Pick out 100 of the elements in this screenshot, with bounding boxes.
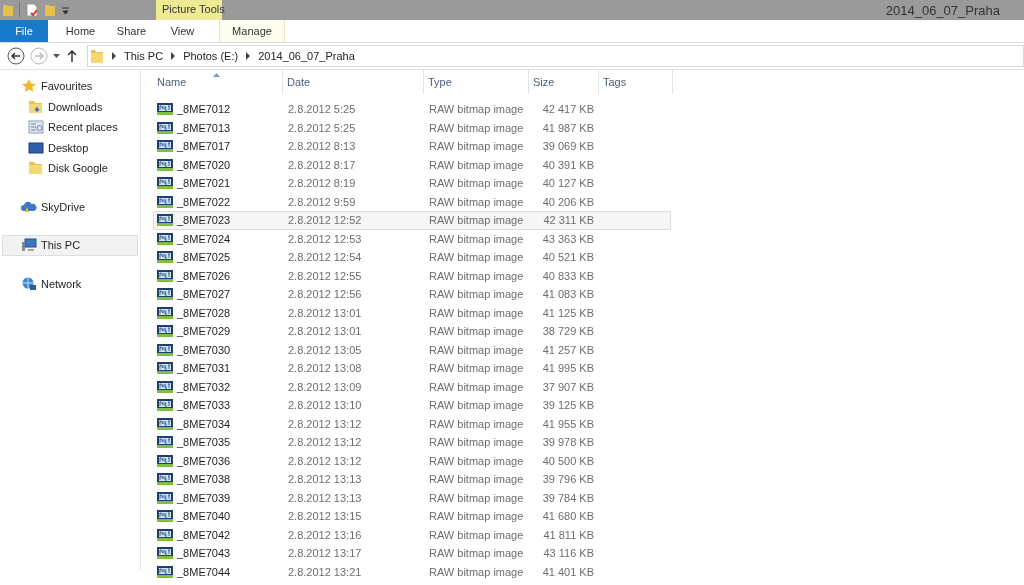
raw-image-icon [157, 491, 173, 504]
column-header[interactable]: Date [283, 70, 424, 94]
ribbon-tab[interactable]: Share [113, 20, 150, 42]
chevron-icon[interactable] [170, 52, 177, 60]
file-name: _8ME7031 [177, 362, 231, 375]
table-cell-text: 2.8.2012 12:55 [287, 269, 363, 282]
file-row[interactable]: _8ME7021 2.8.2012 8:19 RAW bitmap image 40 127 KB [153, 174, 671, 193]
table-cell-text: RAW bitmap image [428, 269, 525, 282]
window-title: 2014_06_07_Praha [885, 2, 1001, 20]
file-row[interactable]: _8ME7030 2.8.2012 13:05 RAW bitmap image 41 257 KB [153, 340, 671, 359]
caret-icon[interactable] [53, 53, 61, 59]
raw-image-icon [157, 195, 173, 208]
file-row[interactable]: _8ME7026 2.8.2012 12:55 RAW bitmap image 40 833 KB [153, 266, 671, 285]
column-header[interactable]: Size [529, 70, 599, 94]
file-name: _8ME7044 [177, 565, 231, 578]
file-name: _8ME7013 [177, 121, 231, 134]
breadcrumb[interactable]: This PC [124, 50, 164, 62]
file-row[interactable]: _8ME7040 2.8.2012 13:15 RAW bitmap image 41 680 KB [153, 507, 671, 526]
nav-item[interactable]: Disk Google [2, 158, 138, 179]
table-cell-text: 2.8.2012 13:05 [287, 343, 363, 356]
nav-item[interactable]: Network [2, 273, 138, 294]
back-icon[interactable] [7, 47, 25, 65]
file-name: _8ME7028 [177, 306, 231, 319]
file-row[interactable]: _8ME7028 2.8.2012 13:01 RAW bitmap image 41 125 KB [153, 303, 671, 322]
table-cell-text: 41 680 KB [541, 510, 595, 523]
table-cell-text: 40 391 KB [541, 158, 595, 171]
file-row[interactable]: _8ME7022 2.8.2012 9:59 RAW bitmap image 40 206 KB [153, 192, 671, 211]
ribbon-tab[interactable]: View [164, 20, 201, 42]
table-cell-text: 2.8.2012 13:01 [287, 325, 363, 338]
file-name: _8ME7030 [177, 343, 231, 356]
breadcrumb[interactable]: 2014_06_07_Praha [258, 50, 355, 62]
table-cell-text: 2.8.2012 13:13 [287, 491, 363, 504]
nav-item[interactable]: Desktop [2, 137, 138, 158]
folder-icon [90, 48, 104, 64]
file-row[interactable]: _8ME7031 2.8.2012 13:08 RAW bitmap image 41 995 KB [153, 359, 671, 378]
file-row[interactable]: _8ME7033 2.8.2012 13:10 RAW bitmap image 39 125 KB [153, 396, 671, 415]
file-row[interactable]: _8ME7043 2.8.2012 13:17 RAW bitmap image 43 116 KB [153, 544, 671, 563]
column-header[interactable]: Type [424, 70, 529, 94]
raw-image-icon [157, 454, 173, 467]
breadcrumb[interactable]: Photos (E:) [183, 50, 239, 62]
table-cell-text: 39 784 KB [541, 491, 595, 504]
table-cell-text: 2.8.2012 13:16 [287, 528, 363, 541]
file-row[interactable]: _8ME7029 2.8.2012 13:01 RAW bitmap image 38 729 KB [153, 322, 671, 341]
ribbon-tab[interactable]: Manage [219, 20, 285, 42]
file-row[interactable]: _8ME7036 2.8.2012 13:12 RAW bitmap image 40 500 KB [153, 451, 671, 470]
table-cell-text: RAW bitmap image [428, 214, 525, 227]
column-header[interactable]: Tags [599, 70, 673, 94]
table-cell-text: RAW bitmap image [428, 306, 525, 319]
file-name: _8ME7033 [177, 399, 231, 412]
raw-image-icon [157, 528, 173, 541]
file-row[interactable]: _8ME7032 2.8.2012 13:09 RAW bitmap image 37 907 KB [153, 377, 671, 396]
customize-dropdown-icon[interactable] [61, 5, 70, 15]
nav-item[interactable]: Downloads [2, 96, 138, 117]
table-cell-text: RAW bitmap image [428, 473, 525, 486]
star-icon [21, 78, 37, 95]
table-cell-text: RAW bitmap image [428, 195, 525, 208]
table-cell-text: 2.8.2012 13:12 [287, 436, 363, 449]
table-cell-text: RAW bitmap image [428, 454, 525, 467]
table-cell-text: RAW bitmap image [428, 436, 525, 449]
file-row[interactable]: _8ME7035 2.8.2012 13:12 RAW bitmap image 39 978 KB [153, 433, 671, 452]
file-row[interactable]: _8ME7038 2.8.2012 13:13 RAW bitmap image 39 796 KB [153, 470, 671, 489]
nav-item[interactable]: Recent places [2, 117, 138, 138]
table-cell-text: 40 206 KB [541, 195, 595, 208]
raw-image-icon [157, 232, 173, 245]
file-row[interactable]: _8ME7013 2.8.2012 5:25 RAW bitmap image 41 987 KB [153, 118, 671, 137]
file-row[interactable]: _8ME7034 2.8.2012 13:12 RAW bitmap image 41 955 KB [153, 414, 671, 433]
chevron-icon[interactable] [245, 52, 252, 60]
file-row[interactable]: _8ME7042 2.8.2012 13:16 RAW bitmap image 41 811 KB [153, 525, 671, 544]
raw-image-icon [157, 177, 173, 190]
file-row[interactable]: _8ME7025 2.8.2012 12:54 RAW bitmap image 40 521 KB [153, 248, 671, 267]
sort-arrow-icon [213, 73, 220, 77]
file-tab[interactable]: File [0, 20, 48, 42]
table-cell-text: 2.8.2012 13:15 [287, 510, 363, 523]
table-cell-text: 2.8.2012 12:56 [287, 288, 363, 301]
file-row[interactable]: _8ME7039 2.8.2012 13:13 RAW bitmap image 39 784 KB [153, 488, 671, 507]
address-bar[interactable]: This PC Photos (E:) 2014_06_07_Praha [87, 45, 1024, 67]
table-cell-text: 40 833 KB [541, 269, 595, 282]
table-cell-text: 41 401 KB [541, 565, 595, 578]
up-arrow-icon[interactable] [66, 49, 78, 63]
nav-item[interactable]: SkyDrive [2, 196, 138, 217]
nav-item[interactable]: This PC [2, 235, 138, 256]
recent-places-icon [28, 119, 44, 136]
file-row[interactable]: _8ME7020 2.8.2012 8:17 RAW bitmap image 40 391 KB [153, 155, 671, 174]
file-name: _8ME7021 [177, 177, 231, 190]
file-row[interactable]: _8ME7024 2.8.2012 12:53 RAW bitmap image 43 363 KB [153, 229, 671, 248]
file-row[interactable]: _8ME7044 2.8.2012 13:21 RAW bitmap image 41 401 KB [153, 562, 671, 581]
table-cell-text: RAW bitmap image [428, 158, 525, 171]
file-row[interactable]: _8ME7017 2.8.2012 8:13 RAW bitmap image 39 069 KB [153, 137, 671, 156]
file-row[interactable]: _8ME7012 2.8.2012 5:25 RAW bitmap image 42 417 KB [153, 100, 671, 119]
nav-item[interactable]: Favourites [2, 76, 138, 97]
chevron-icon[interactable] [111, 52, 117, 60]
file-row[interactable]: _8ME7027 2.8.2012 12:56 RAW bitmap image 41 083 KB [153, 285, 671, 304]
file-row[interactable]: _8ME7023 2.8.2012 12:52 RAW bitmap image 42 311 KB [153, 211, 671, 230]
folder-icon [28, 98, 44, 115]
table-cell-text: 2.8.2012 13:09 [287, 380, 363, 393]
table-cell-text: 41 083 KB [541, 288, 595, 301]
file-name: _8ME7020 [177, 158, 231, 171]
table-cell-text: 42 417 KB [541, 103, 595, 116]
table-cell-text: 43 116 KB [542, 547, 595, 560]
ribbon-tab[interactable]: Home [62, 20, 99, 42]
